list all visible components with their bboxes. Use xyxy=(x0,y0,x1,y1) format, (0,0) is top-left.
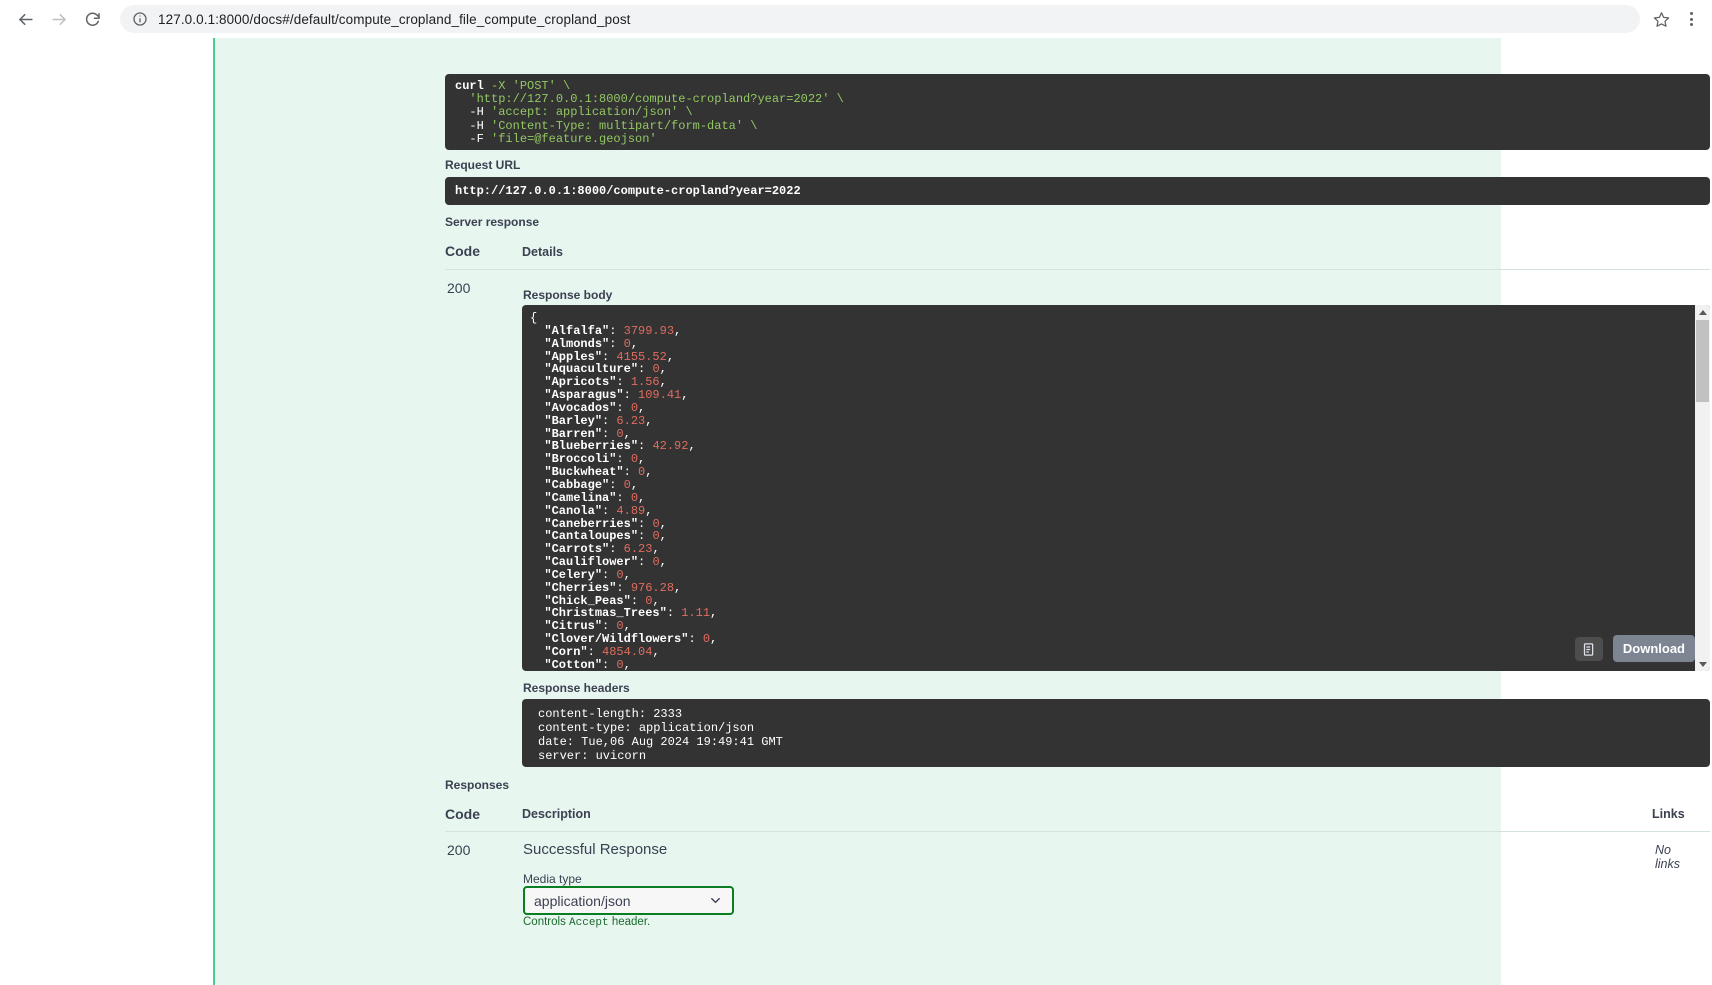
server-response-label: Server response xyxy=(445,215,540,229)
swagger-try-it-out-panel: curl -X 'POST' \ 'http://127.0.0.1:8000/… xyxy=(213,38,1710,985)
address-bar-url: 127.0.0.1:8000/docs#/default/compute_cro… xyxy=(158,11,631,27)
curl-line-2: 'http://127.0.0.1:8000/compute-cropland?… xyxy=(455,92,844,107)
request-url-value: http://127.0.0.1:8000/compute-cropland?y… xyxy=(445,177,1710,205)
media-type-select[interactable]: application/json xyxy=(523,886,734,915)
response-status-code: 200 xyxy=(447,842,471,858)
copy-to-clipboard-icon xyxy=(1583,642,1593,656)
reload-icon xyxy=(85,12,100,26)
curl-line-3-flag: -H xyxy=(455,105,492,120)
response-body-box: { "Alfalfa": 3799.93, "Almonds": 0, "App… xyxy=(522,305,1710,671)
curl-line-5-string: 'file=@feature.geojson' xyxy=(491,131,657,146)
responses-links-header: Links xyxy=(1652,807,1685,821)
curl-line-1-command: curl xyxy=(455,79,484,93)
controls-accept-header-note: Controls Accept header. xyxy=(523,916,650,929)
scroll-down-arrow-icon[interactable] xyxy=(1695,657,1710,671)
response-body-label: Response body xyxy=(523,288,613,302)
forward-button[interactable] xyxy=(44,4,74,34)
curl-line-5-flag: -F xyxy=(455,131,492,146)
curl-line-3-string: 'accept: application/json' xyxy=(491,105,679,120)
server-response-details-header: Details xyxy=(522,245,563,259)
server-response-header-divider xyxy=(445,269,1710,270)
response-headers-box: content-length: 2333 content-type: appli… xyxy=(522,699,1710,767)
chevron-down-icon xyxy=(708,893,723,908)
response-description: Successful Response xyxy=(523,841,668,858)
browser-menu-button[interactable] xyxy=(1680,6,1702,32)
response-body-json: { "Alfalfa": 3799.93, "Almonds": 0, "App… xyxy=(530,311,718,671)
reload-button[interactable] xyxy=(78,4,108,34)
address-bar[interactable]: 127.0.0.1:8000/docs#/default/compute_cro… xyxy=(120,5,1640,33)
back-arrow-icon xyxy=(18,13,33,25)
curl-line-4-string: 'Content-Type: multipart/form-data' xyxy=(491,118,744,133)
curl-line-4-flag: -H xyxy=(455,118,492,133)
server-response-status-code: 200 xyxy=(447,280,471,296)
forward-arrow-icon xyxy=(51,13,66,25)
page-content: curl -X 'POST' \ 'http://127.0.0.1:8000/… xyxy=(0,38,1712,985)
responses-label: Responses xyxy=(445,778,510,792)
download-response-button[interactable]: Download xyxy=(1612,635,1695,662)
response-body-scrollbar[interactable] xyxy=(1695,305,1710,671)
bookmark-button[interactable] xyxy=(1648,6,1674,32)
three-dot-menu-icon xyxy=(1689,12,1693,15)
controls-note-prefix: Controls xyxy=(523,916,570,928)
media-type-label: Media type xyxy=(523,872,582,886)
scroll-up-arrow-icon[interactable] xyxy=(1695,305,1710,319)
back-button[interactable] xyxy=(10,4,40,34)
scrollbar-thumb[interactable] xyxy=(1696,320,1709,402)
media-type-selected-value: application/json xyxy=(534,892,631,909)
controls-note-mono: Accept xyxy=(569,917,609,929)
responses-header-divider xyxy=(445,831,1710,832)
responses-code-header: Code xyxy=(445,806,480,822)
info-circle-icon xyxy=(132,11,148,27)
browser-toolbar: 127.0.0.1:8000/docs#/default/compute_cro… xyxy=(0,0,1712,38)
response-headers-label: Response headers xyxy=(523,681,630,695)
no-links-text: No links xyxy=(1655,843,1681,871)
server-response-code-header: Code xyxy=(445,243,480,259)
copy-response-button[interactable] xyxy=(1575,637,1603,661)
star-icon xyxy=(1653,11,1669,27)
controls-note-suffix: header. xyxy=(608,916,651,928)
request-url-label: Request URL xyxy=(445,158,521,172)
curl-line-1-rest: -X 'POST' \ xyxy=(483,79,571,93)
responses-description-header: Description xyxy=(522,807,591,821)
curl-command-block: curl -X 'POST' \ 'http://127.0.0.1:8000/… xyxy=(445,74,1710,150)
